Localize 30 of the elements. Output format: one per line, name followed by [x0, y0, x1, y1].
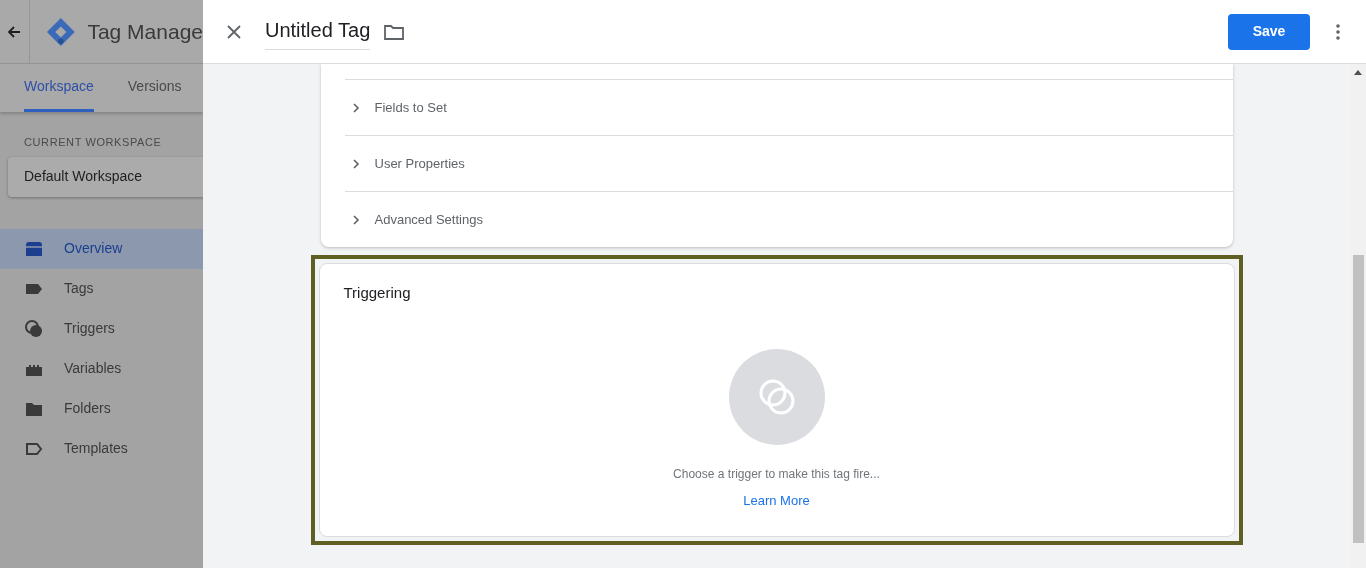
sidebar-item[interactable]: Triggers — [0, 308, 203, 349]
scrollbar-thumb[interactable] — [1352, 255, 1364, 543]
learn-more-link[interactable]: Learn More — [743, 490, 810, 510]
section-toggle[interactable]: User Properties — [344, 153, 465, 174]
workspace-selector[interactable]: Default Workspace — [8, 156, 203, 197]
empty-message: Choose a trigger to make this tag fire... — [672, 465, 881, 483]
card-title: Triggering — [343, 283, 412, 303]
folder-icon[interactable] — [384, 23, 405, 40]
sidebar-item[interactable]: Folders — [0, 388, 203, 429]
close-icon[interactable] — [227, 24, 241, 39]
section-toggle[interactable]: Fields to Set — [344, 97, 447, 118]
sidebar-item[interactable]: Templates — [0, 428, 203, 469]
scroll-up-icon[interactable] — [1354, 70, 1362, 75]
nav-tab[interactable]: Workspace — [24, 64, 94, 112]
overlapping-circles-icon — [24, 318, 44, 339]
sidebar-item[interactable]: Variables — [0, 348, 203, 389]
chevron-right-icon — [350, 214, 361, 225]
diamond-logo-icon — [45, 15, 76, 48]
tag-name-field[interactable]: Untitled Tag — [265, 13, 371, 50]
chevron-right-icon — [350, 102, 361, 113]
sidebar-item[interactable]: Overview — [0, 228, 203, 269]
app-title: Tag Manage — [87, 18, 203, 45]
section-label: CURRENT WORKSPACE — [24, 135, 163, 150]
save-button[interactable]: Save — [1228, 13, 1310, 50]
section-toggle[interactable]: Advanced Settings — [344, 209, 483, 230]
back-arrow-icon[interactable] — [7, 24, 22, 39]
chevron-right-icon — [350, 158, 361, 169]
nav-tab[interactable]: Versions — [127, 64, 182, 112]
more-menu-icon[interactable] — [1336, 23, 1340, 40]
sidebar-item[interactable]: Tags — [0, 268, 203, 309]
